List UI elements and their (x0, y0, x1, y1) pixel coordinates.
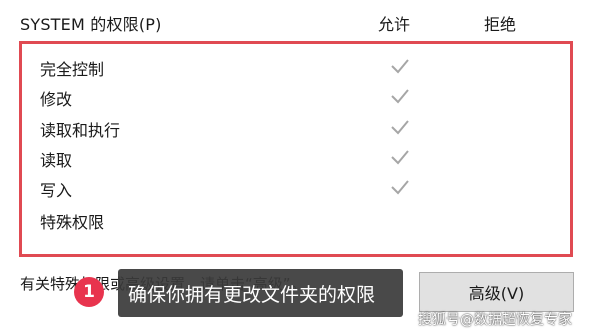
permission-row: 读取和执行 (40, 115, 560, 140)
permissions-header-label: SYSTEM 的权限(P) (20, 15, 162, 34)
tip-text: 确保你拥有更改文件夹的权限 (128, 284, 376, 306)
advanced-button[interactable]: 高级(V) (419, 272, 574, 312)
permission-name: 修改 (40, 90, 73, 109)
checkmark-icon (391, 150, 409, 165)
checkmark-icon (391, 120, 409, 135)
permission-row: 完全控制 (40, 54, 560, 79)
permission-name: 完全控制 (40, 60, 105, 79)
allow-column-header: 允许 (378, 15, 411, 34)
permission-name: 读取 (40, 151, 73, 170)
checkmark-icon (391, 180, 409, 195)
permission-row: 写入 (40, 175, 560, 200)
checkmark-icon (391, 59, 409, 74)
permission-row: 特殊权限 (40, 207, 560, 232)
permission-name: 读取和执行 (40, 121, 121, 140)
step-number-badge: 1 (74, 277, 104, 307)
permission-row: 读取 (40, 145, 560, 170)
watermark-text: 搜狐号@数据超恢复专家 (418, 312, 572, 328)
tip-banner: 确保你拥有更改文件夹的权限 (118, 269, 403, 317)
permission-row: 修改 (40, 84, 560, 109)
checkmark-icon (391, 89, 409, 104)
permission-name: 特殊权限 (40, 213, 105, 232)
permission-name: 写入 (40, 181, 73, 200)
deny-column-header: 拒绝 (484, 15, 517, 34)
